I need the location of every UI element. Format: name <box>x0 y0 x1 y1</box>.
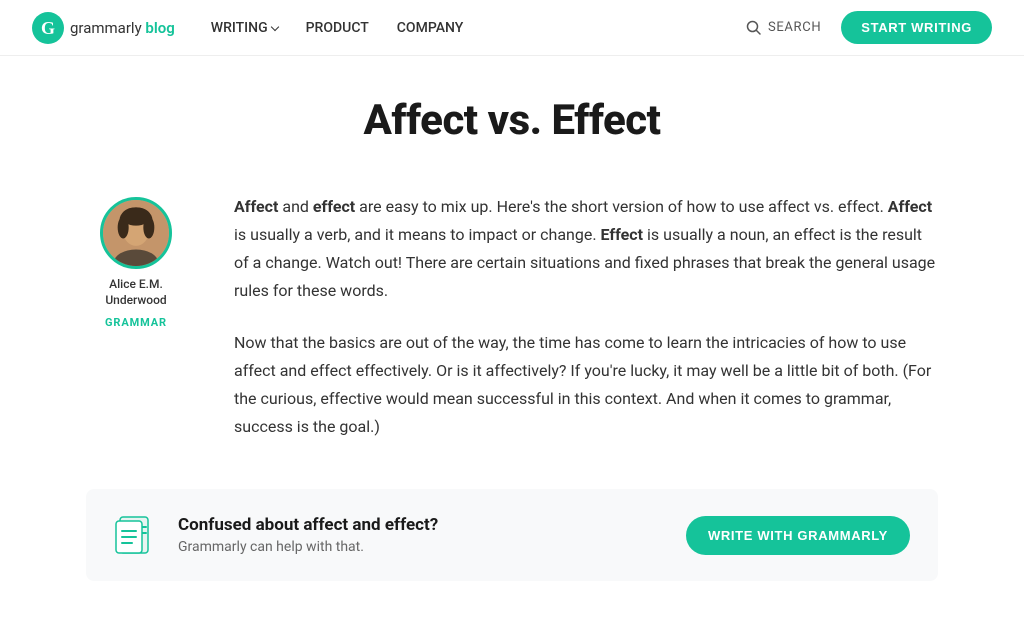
cta-text-block: Confused about affect and effect? Gramma… <box>178 515 666 555</box>
logo-link[interactable]: G grammarly blog <box>32 12 175 44</box>
article-body: Alice E.M. Underwood GRAMMAR Affect and … <box>86 193 938 441</box>
author-avatar-image <box>103 200 169 266</box>
start-writing-button[interactable]: START WRITING <box>841 11 992 44</box>
search-label: SEARCH <box>768 20 821 35</box>
cta-box: Confused about affect and effect? Gramma… <box>86 489 938 581</box>
navbar: G grammarly blog WRITING PRODUCT COMPANY… <box>0 0 1024 56</box>
article-text: Affect and effect are easy to mix up. He… <box>234 193 938 441</box>
nav-links: WRITING PRODUCT COMPANY <box>211 20 746 36</box>
author-name: Alice E.M. Underwood <box>86 277 186 308</box>
author-category: GRAMMAR <box>105 316 167 329</box>
writing-chevron-icon <box>270 22 278 30</box>
cta-subtitle: Grammarly can help with that. <box>178 539 666 555</box>
cta-title: Confused about affect and effect? <box>178 515 666 535</box>
search-area[interactable]: SEARCH <box>746 20 821 36</box>
svg-text:G: G <box>41 18 55 38</box>
article-title: Affect vs. Effect <box>86 96 938 145</box>
write-with-grammarly-button[interactable]: WRITE WITH GRAMMARLY <box>686 516 910 555</box>
document-lines-icon <box>114 513 158 557</box>
grammarly-logo-icon: G <box>32 12 64 44</box>
article-paragraph-1: Affect and effect are easy to mix up. He… <box>234 193 938 305</box>
nav-product-link[interactable]: PRODUCT <box>306 20 369 36</box>
nav-right: SEARCH START WRITING <box>746 11 992 44</box>
article-paragraph-2: Now that the basics are out of the way, … <box>234 329 938 441</box>
author-sidebar: Alice E.M. Underwood GRAMMAR <box>86 193 186 329</box>
cta-icon <box>114 513 158 557</box>
author-avatar <box>100 197 172 269</box>
page-wrapper: Affect vs. Effect <box>62 56 962 641</box>
logo-blog-text: blog <box>145 19 174 37</box>
logo-text: grammarly blog <box>70 19 175 37</box>
search-icon <box>746 20 762 36</box>
nav-company-link[interactable]: COMPANY <box>397 20 464 36</box>
nav-writing-link[interactable]: WRITING <box>211 20 278 36</box>
